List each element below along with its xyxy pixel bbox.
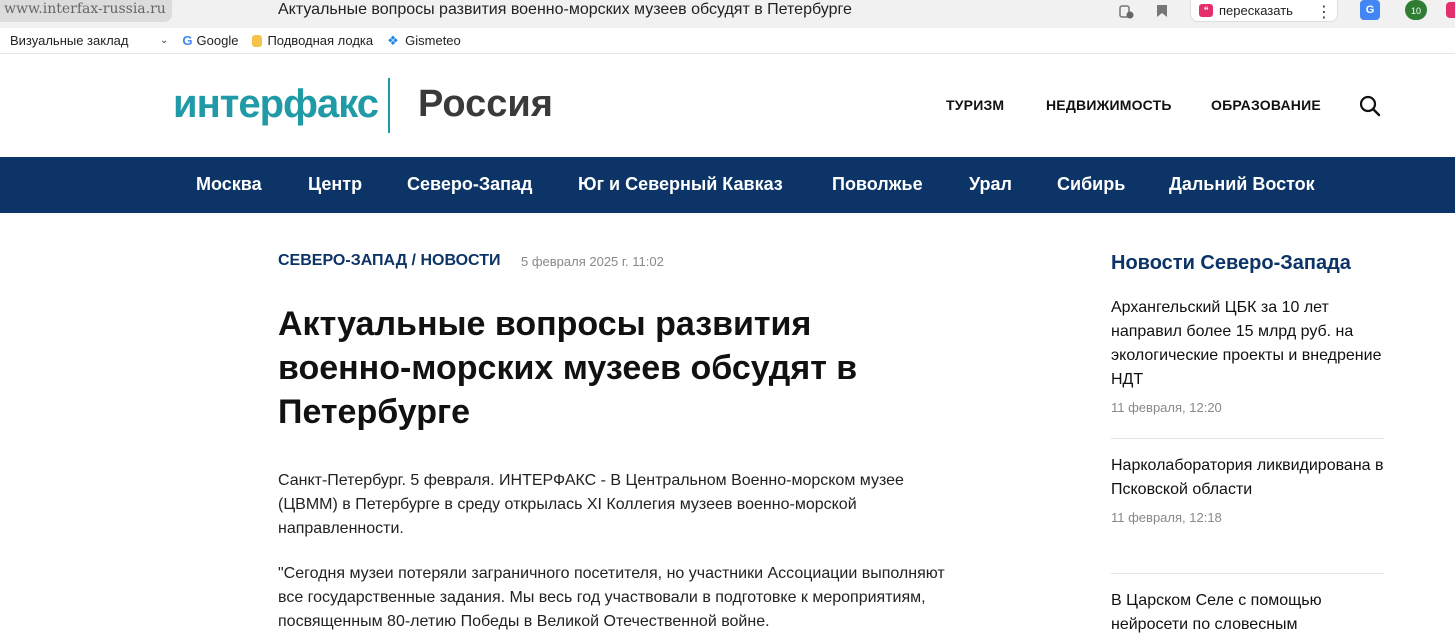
news-date: 11 февраля, 12:20: [1111, 400, 1222, 415]
sidebar-news-item[interactable]: В Царском Селе с помощью нейросети по сл…: [1111, 589, 1384, 637]
extension-icon[interactable]: [1446, 2, 1455, 18]
nav-northwest[interactable]: Северо-Запад: [407, 174, 532, 195]
submarine-icon: [252, 34, 263, 47]
browser-toolbar: www.interfax-russia.ru Актуальные вопрос…: [0, 0, 1455, 28]
more-menu-icon[interactable]: ⋮: [1316, 2, 1332, 22]
article-headline: Актуальные вопросы развития военно-морск…: [278, 305, 858, 431]
page-tab-title: Актуальные вопросы развития военно-морск…: [278, 1, 852, 18]
site-header: интерфакс Россия ТУРИЗМ НЕДВИЖИМОСТЬ ОБР…: [0, 54, 1455, 157]
divider: [1111, 438, 1384, 439]
bookmark-visual[interactable]: Визуальные заклад: [10, 33, 146, 48]
logo-divider: [388, 78, 390, 133]
chevron-down-icon[interactable]: ⌄: [160, 35, 168, 46]
news-date: 11 февраля, 12:18: [1111, 510, 1222, 525]
nav-volga[interactable]: Поволжье: [832, 174, 923, 195]
nav-ural[interactable]: Урал: [969, 174, 1012, 195]
bookmark-icon[interactable]: [1153, 2, 1171, 20]
link-education[interactable]: ОБРАЗОВАНИЕ: [1211, 97, 1321, 113]
sidebar-title[interactable]: Новости Северо-Запада: [1111, 252, 1351, 275]
nav-far-east[interactable]: Дальний Восток: [1169, 174, 1315, 195]
nav-center[interactable]: Центр: [308, 174, 362, 195]
quote-icon: ❝: [1199, 4, 1213, 17]
bookmark-google[interactable]: G Google: [182, 33, 238, 48]
bookmark-label: Визуальные заклад: [10, 33, 129, 48]
article-paragraph: "Сегодня музеи потеряли заграничного пос…: [278, 565, 945, 630]
news-headline[interactable]: В Царском Селе с помощью нейросети по сл…: [1111, 589, 1384, 637]
nav-siberia[interactable]: Сибирь: [1057, 174, 1125, 195]
translate-extension-icon[interactable]: G: [1360, 0, 1380, 20]
region-navigation: Москва Центр Северо-Запад Юг и Северный …: [0, 157, 1455, 213]
search-icon[interactable]: [1358, 94, 1382, 118]
link-tourism[interactable]: ТУРИЗМ: [946, 97, 1004, 113]
bookmark-submarine[interactable]: Подводная лодка: [252, 33, 373, 48]
sidebar-news-item[interactable]: Нарколаборатория ликвидирована в Псковск…: [1111, 454, 1384, 525]
news-headline[interactable]: Нарколаборатория ликвидирована в Псковск…: [1111, 454, 1384, 502]
article-date: 5 февраля 2025 г. 11:02: [521, 254, 664, 269]
gismeteo-icon: ❖: [387, 32, 399, 48]
google-icon: G: [182, 33, 193, 48]
news-headline[interactable]: Архангельский ЦБК за 10 лет направил бол…: [1111, 296, 1384, 392]
link-real-estate[interactable]: НЕДВИЖИМОСТЬ: [1046, 97, 1172, 113]
region-title[interactable]: Россия: [418, 82, 553, 126]
address-bar[interactable]: www.interfax-russia.ru: [0, 0, 172, 22]
retell-label: пересказать: [1219, 3, 1293, 18]
divider: [1111, 573, 1384, 574]
bookmark-label: Gismeteo: [405, 33, 461, 48]
article-paragraph: Санкт-Петербург. 5 февраля. ИНТЕРФАКС - …: [278, 472, 904, 537]
bookmark-label: Google: [196, 33, 239, 48]
reader-icon[interactable]: [1117, 2, 1135, 20]
nav-south-caucasus[interactable]: Юг и Северный Кавказ: [578, 174, 783, 195]
breadcrumb[interactable]: СЕВЕРО-ЗАПАД / НОВОСТИ: [278, 252, 500, 270]
extension-badge[interactable]: 10: [1405, 0, 1427, 20]
nav-moscow[interactable]: Москва: [196, 174, 262, 195]
interfax-logo[interactable]: интерфакс: [173, 80, 379, 128]
bookmarks-bar: Визуальные заклад ⌄ G Google Подводная л…: [0, 28, 1455, 54]
bookmark-gismeteo[interactable]: ❖ Gismeteo: [387, 33, 461, 48]
sidebar-news-item[interactable]: Архангельский ЦБК за 10 лет направил бол…: [1111, 296, 1384, 415]
bookmark-label: Подводная лодка: [267, 33, 374, 48]
